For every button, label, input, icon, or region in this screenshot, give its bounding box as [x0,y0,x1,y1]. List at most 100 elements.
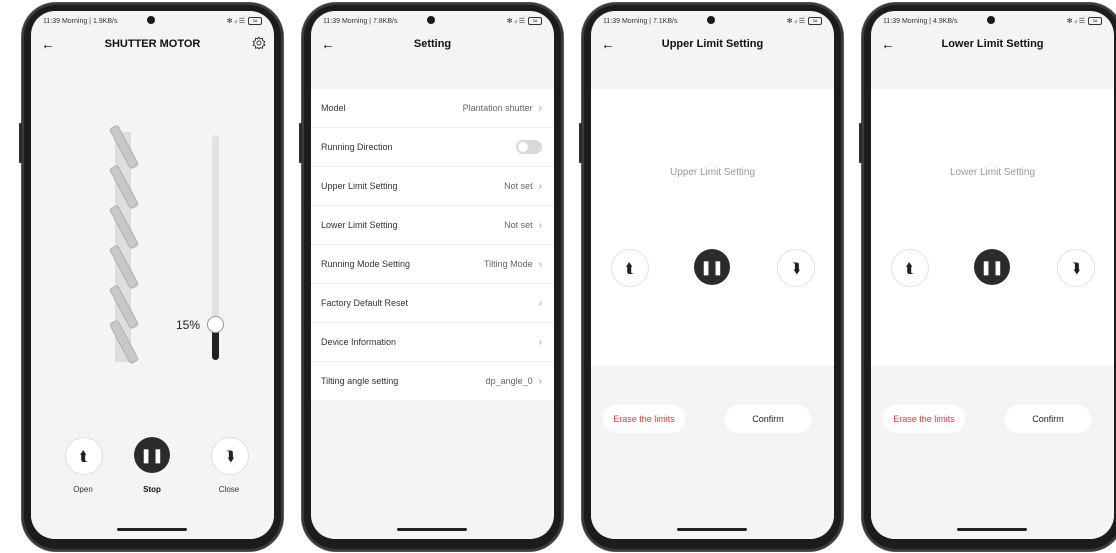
app-header: ← SHUTTER MOTOR [31,31,274,57]
row-label: Device Information [321,337,397,347]
battery-icon: 58 [808,17,822,25]
settings-row-model[interactable]: Model Plantation shutter › [311,89,554,128]
screen-lower-limit: 11:39 Morning | 4.9KB/s ✻ ᵢₗ ☰ 58 ← Lowe… [871,11,1114,539]
app-header: ← Lower Limit Setting [871,31,1114,57]
phone-frame-upper-limit: 11:39 Morning | 7.1KB/s ✻ ᵢₗ ☰ 58 ← Uppe… [579,3,843,551]
erase-limits-button[interactable]: Erase the limits [883,405,965,433]
chevron-right-icon: › [538,297,542,309]
settings-row-tilting-angle[interactable]: Tilting angle setting dp_angle_0 › [311,362,554,401]
home-indicator[interactable] [957,528,1027,531]
limit-actions: Erase the limits Confirm [871,365,1114,539]
position-percent: 15% [176,318,201,332]
screen-upper-limit: 11:39 Morning | 7.1KB/s ✻ ᵢₗ ☰ 58 ← Uppe… [591,11,834,539]
confirm-button[interactable]: Confirm [725,405,811,433]
position-slider[interactable] [207,135,224,360]
limit-heading: Lower Limit Setting [949,167,1036,178]
row-label: Running Direction [321,142,393,152]
phone-frame-lower-limit: 11:39 Morning | 4.9KB/s ✻ ᵢₗ ☰ 58 ← Lowe… [859,3,1116,551]
settings-row-upper-limit[interactable]: Upper Limit Setting Not set › [311,167,554,206]
pause-icon: ❚❚ [700,258,724,275]
settings-row-running-direction: Running Direction [311,128,554,167]
stop-button[interactable]: ❚❚ [694,249,730,285]
battery-icon: 58 [248,17,262,25]
toggle-knob [518,142,528,152]
side-button [299,123,302,163]
status-time: 11:39 Morning | 7.1KB/s [603,17,678,25]
arrow-up-icon: ⮬ [79,447,89,464]
erase-limits-button[interactable]: Erase the limits [603,405,685,433]
phone-frame-shutter-motor: 11:39 Morning | 1.9KB/s ✻ ᵢₗ ☰ 58 ← SHUT… [19,3,283,551]
settings-row-device-info[interactable]: Device Information › [311,323,554,362]
limit-control-area: Upper Limit Setting ⮬ ❚❚ ⮯ [591,89,834,365]
battery-icon: 58 [528,17,542,25]
close-label: Close [218,485,240,494]
stop-button[interactable]: ❚❚ [974,249,1010,285]
arrow-down-icon: ⮯ [225,447,235,464]
side-button [859,123,862,163]
open-label: Open [73,485,93,494]
status-icons: ✻ ᵢₗ ☰ 58 [787,17,822,25]
pause-icon: ❚❚ [140,446,164,463]
front-camera [427,16,435,24]
back-arrow-icon[interactable]: ← [601,36,615,52]
home-indicator[interactable] [397,528,467,531]
screen-shutter-motor: 11:39 Morning | 1.9KB/s ✻ ᵢₗ ☰ 58 ← SHUT… [31,11,274,539]
settings-row-factory-reset[interactable]: Factory Default Reset › [311,284,554,323]
limit-control-area: Lower Limit Setting ⮬ ❚❚ ⮯ [871,89,1114,365]
phone-frame-setting: 11:39 Morning | 7.8KB/s ✻ ᵢₗ ☰ 58 ← Sett… [299,3,563,551]
status-signal-icons: ✻ ᵢₗ ☰ [506,18,525,25]
home-indicator[interactable] [117,528,187,531]
battery-icon: 58 [1088,17,1102,25]
status-time: 11:39 Morning | 4.9KB/s [883,17,958,25]
settings-list: Model Plantation shutter › Running Direct… [311,89,554,401]
gear-icon[interactable] [252,36,266,50]
limit-heading: Upper Limit Setting [669,167,756,178]
settings-row-running-mode[interactable]: Running Mode Setting Tilting Mode › [311,245,554,284]
status-signal-icons: ✻ ᵢₗ ☰ [786,18,805,25]
arrow-up-icon: ⮬ [905,259,915,276]
chevron-right-icon: › [538,336,542,348]
chevron-right-icon: › [538,375,542,387]
status-icons: ✻ ᵢₗ ☰ 58 [507,17,542,25]
row-label: Tilting angle setting [321,376,399,386]
row-value: Not set [504,181,533,191]
row-value: dp_angle_0 [485,376,533,386]
row-value: Tilting Mode [483,259,533,269]
stop-button[interactable]: ❚❚ [134,437,170,473]
front-camera [707,16,715,24]
move-up-button[interactable]: ⮬ [891,249,929,287]
side-button [19,123,22,163]
shutter-control-panel: 15% ⮬ ❚❚ ⮯ Open Stop Close [31,57,274,539]
status-time: 11:39 Morning | 7.8KB/s [323,17,398,25]
move-down-button[interactable]: ⮯ [1057,249,1095,287]
home-indicator[interactable] [677,528,747,531]
limit-actions: Erase the limits Confirm [591,365,834,539]
pause-icon: ❚❚ [980,258,1004,275]
row-value: Not set [504,220,533,230]
page-title: SHUTTER MOTOR [104,38,201,50]
chevron-right-icon: › [538,258,542,270]
front-camera [987,16,995,24]
status-signal-icons: ✻ ᵢₗ ☰ [1066,18,1085,25]
open-button[interactable]: ⮬ [65,437,103,475]
app-header: ← Upper Limit Setting [591,31,834,57]
row-label: Lower Limit Setting [321,220,398,230]
back-arrow-icon[interactable]: ← [321,36,335,52]
stop-label: Stop [143,485,161,494]
move-up-button[interactable]: ⮬ [611,249,649,287]
status-icons: ✻ ᵢₗ ☰ 58 [227,17,262,25]
close-button[interactable]: ⮯ [211,437,249,475]
row-label: Model [321,103,346,113]
settings-row-lower-limit[interactable]: Lower Limit Setting Not set › [311,206,554,245]
slider-knob[interactable] [207,316,224,333]
move-down-button[interactable]: ⮯ [777,249,815,287]
status-signal-icons: ✻ ᵢₗ ☰ [226,18,245,25]
back-arrow-icon[interactable]: ← [41,36,55,52]
row-value: Plantation shutter [462,103,533,113]
back-arrow-icon[interactable]: ← [881,36,895,52]
confirm-button[interactable]: Confirm [1005,405,1091,433]
arrow-up-icon: ⮬ [625,259,635,276]
row-label: Running Mode Setting [321,259,411,269]
running-direction-toggle[interactable] [516,140,542,154]
page-title: Upper Limit Setting [661,38,764,50]
